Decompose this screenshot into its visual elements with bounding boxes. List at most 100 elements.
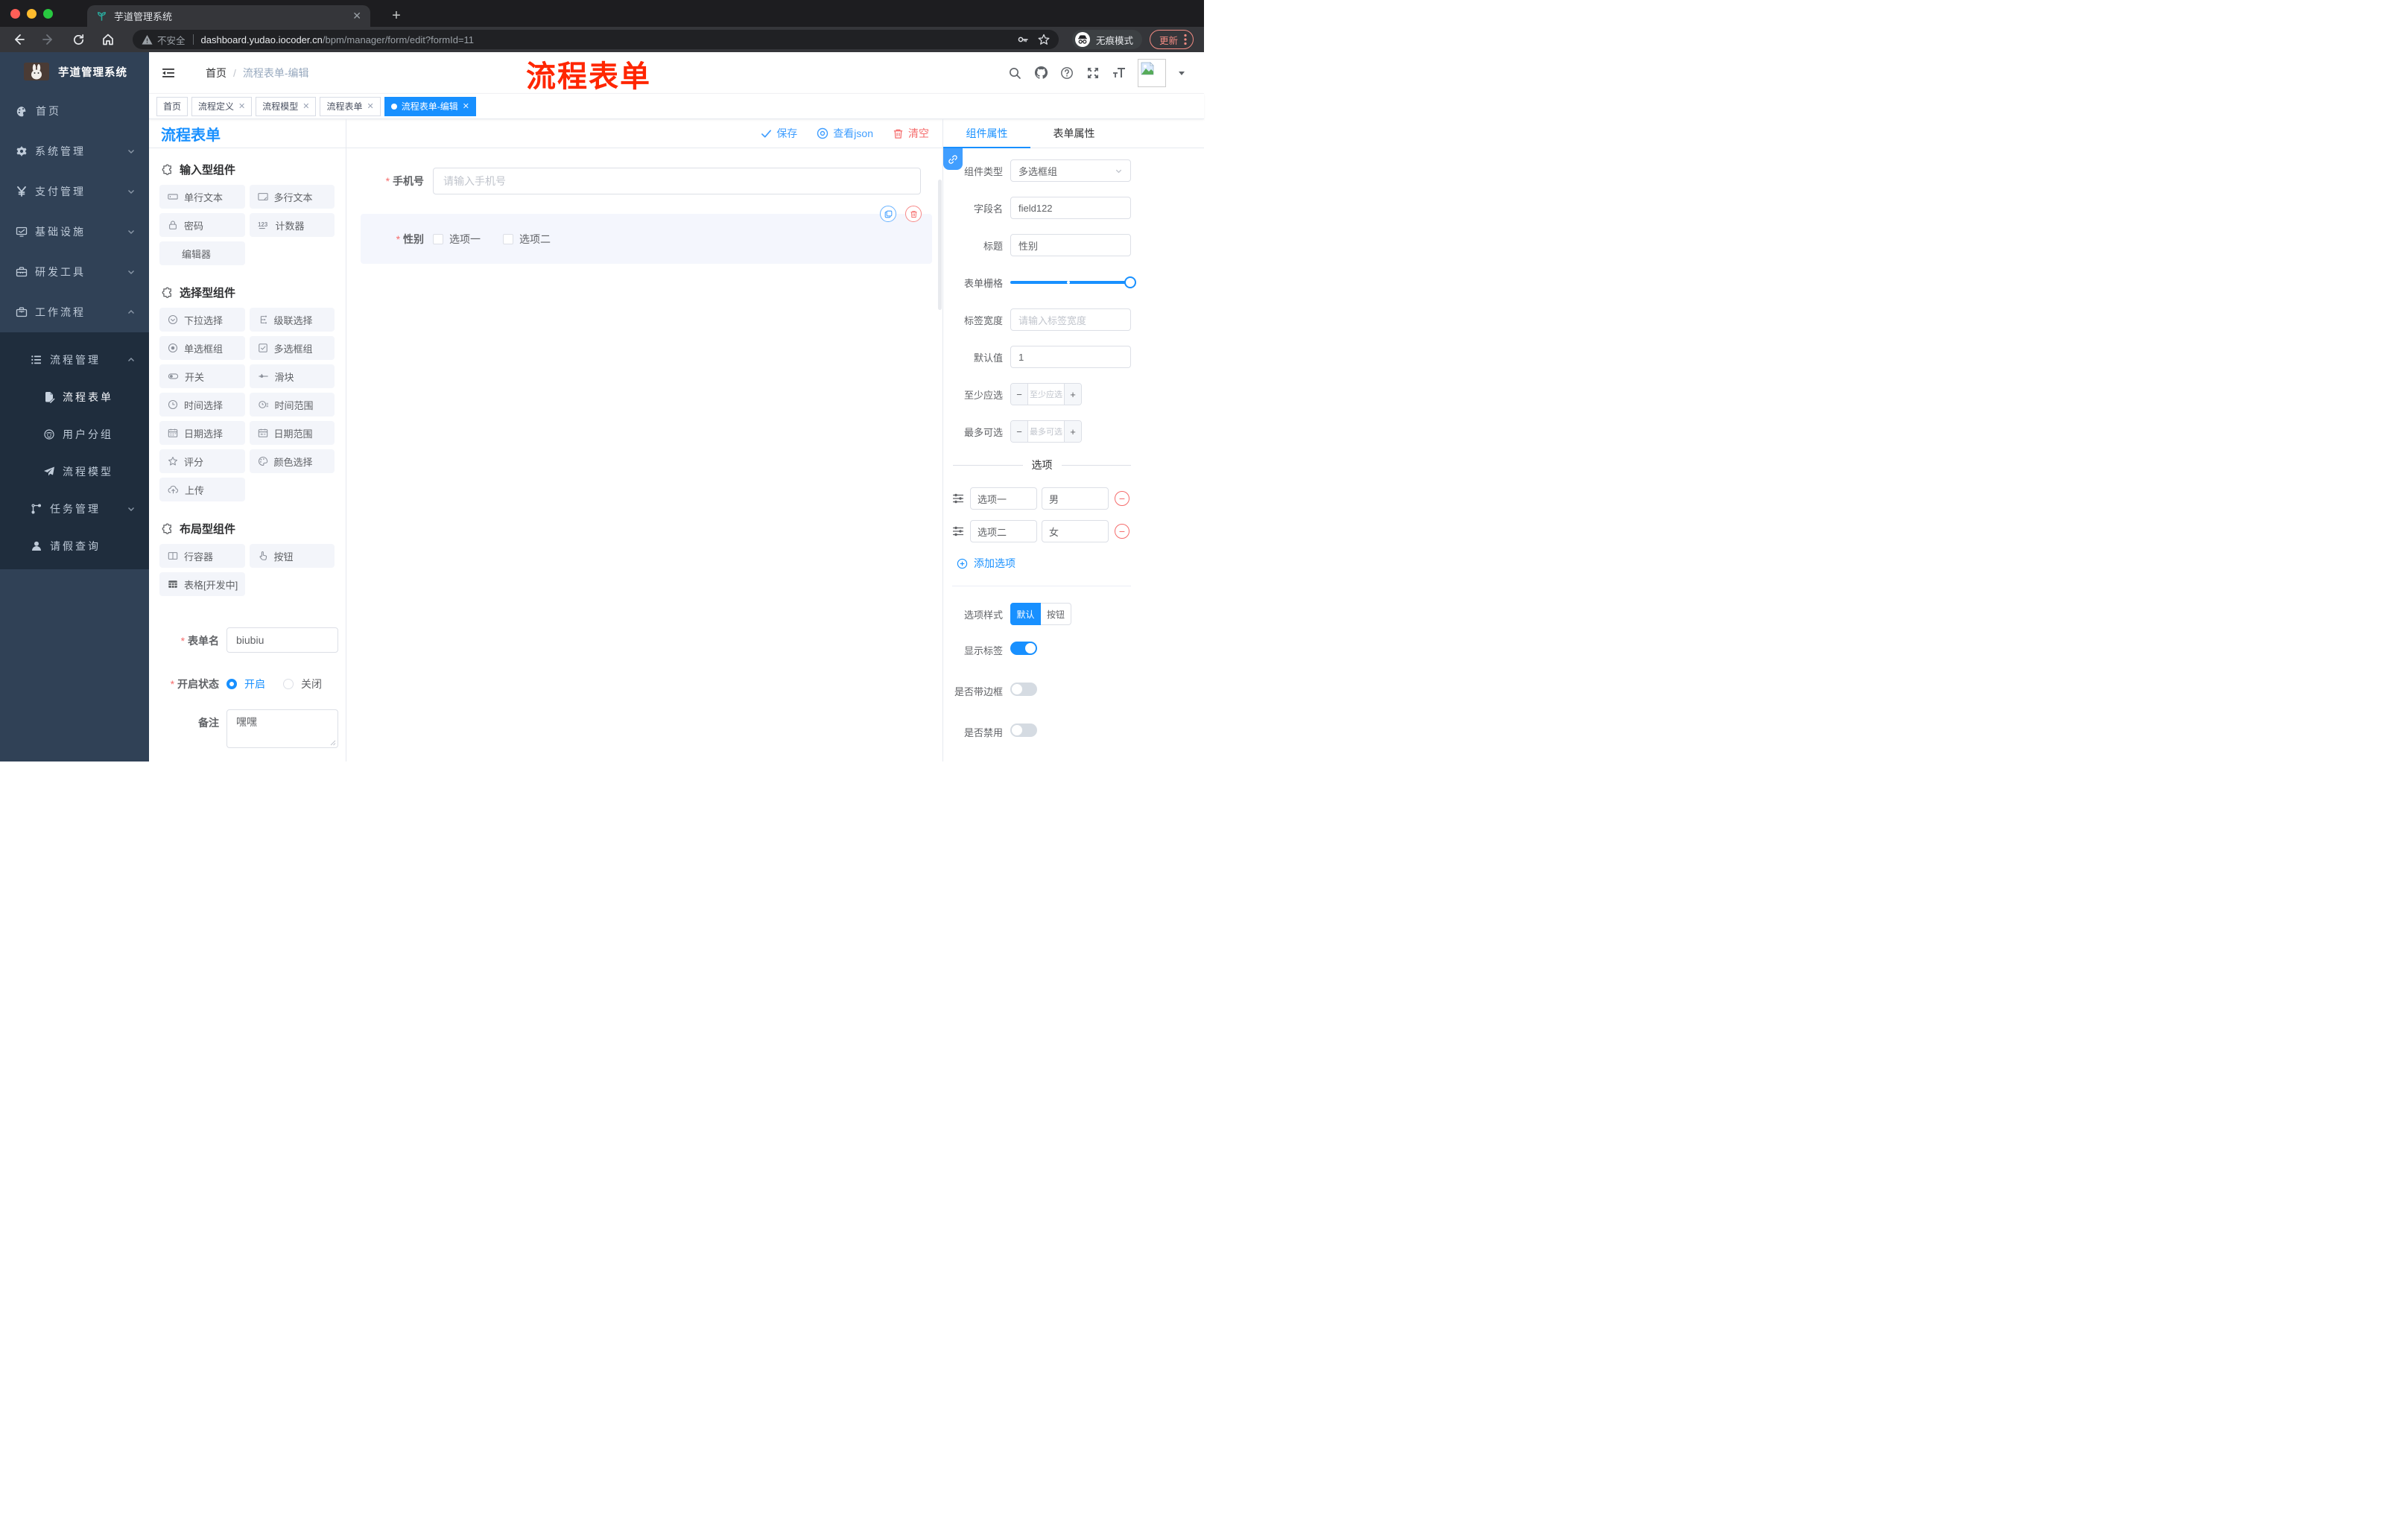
style-default-button[interactable]: 默认 — [1010, 603, 1041, 625]
default-value-input[interactable]: 1 — [1010, 346, 1131, 368]
palette-item-select[interactable]: 下拉选择 — [159, 308, 245, 332]
disabled-toggle[interactable] — [1010, 723, 1037, 737]
sidebar-item-process-form[interactable]: 流程表单 — [0, 379, 149, 416]
palette-item-checkbox-group[interactable]: 多选框组 — [249, 336, 335, 360]
palette-item-time-range[interactable]: 时间范围 — [249, 393, 335, 417]
show-label-toggle[interactable] — [1010, 642, 1037, 655]
data-binding-drawer-handle[interactable] — [943, 148, 963, 170]
save-button[interactable]: 保存 — [761, 126, 797, 141]
sidebar-item-task-management[interactable]: 任务管理 — [0, 490, 149, 528]
canvas-field-phone[interactable]: 手机号 请输入手机号 — [355, 168, 934, 194]
slider-handle[interactable] — [1124, 276, 1136, 288]
palette-item-rate[interactable]: 评分 — [159, 449, 245, 473]
with-border-toggle[interactable] — [1010, 683, 1037, 696]
palette-item-upload[interactable]: 上传 — [159, 478, 245, 501]
drag-handle-icon[interactable] — [952, 525, 964, 537]
palette-item-switch[interactable]: 开关 — [159, 364, 245, 388]
palette-item-time-picker[interactable]: 时间选择 — [159, 393, 245, 417]
bookmark-star-icon[interactable] — [1038, 34, 1050, 45]
sidebar-item-infrastructure[interactable]: 基础设施 — [0, 212, 149, 252]
status-on-radio[interactable] — [226, 679, 237, 689]
add-option-button[interactable]: 添加选项 — [957, 556, 1131, 571]
fullscreen-icon[interactable] — [1086, 66, 1100, 80]
tag-close-icon[interactable]: ✕ — [302, 101, 309, 111]
form-name-input[interactable]: biubiu — [226, 627, 338, 653]
maximize-window-button[interactable] — [43, 9, 53, 19]
drag-handle-icon[interactable] — [952, 493, 964, 504]
clear-button[interactable]: 清空 — [893, 126, 929, 141]
status-off-radio[interactable] — [283, 679, 294, 689]
min-select-stepper[interactable]: − 至少应选 + — [1010, 383, 1082, 405]
style-button-button[interactable]: 按钮 — [1041, 603, 1071, 625]
avatar[interactable] — [1138, 58, 1166, 87]
palette-item-textarea[interactable]: 多行文本 — [249, 185, 335, 209]
palette-item-slider[interactable]: 滑块 — [249, 364, 335, 388]
gender-option2-label[interactable]: 选项二 — [519, 232, 551, 247]
avatar-caret-icon[interactable] — [1177, 69, 1186, 77]
form-grid-slider[interactable] — [1010, 271, 1136, 294]
palette-item-table[interactable]: 表格[开发中] — [159, 572, 245, 596]
palette-item-editor[interactable]: 编辑器 — [159, 241, 245, 265]
palette-item-password[interactable]: 密码 — [159, 213, 245, 237]
title-input[interactable]: 性别 — [1010, 234, 1131, 256]
sidebar-item-user-groups[interactable]: 用户分组 — [0, 416, 149, 453]
tag-process-model[interactable]: 流程模型 ✕ — [256, 96, 317, 116]
back-icon[interactable] — [7, 30, 30, 49]
stepper-decrease-button[interactable]: − — [1011, 421, 1028, 442]
max-select-stepper[interactable]: − 最多可选 + — [1010, 420, 1082, 443]
palette-item-color-picker[interactable]: 颜色选择 — [249, 449, 335, 473]
forward-icon[interactable] — [37, 30, 60, 49]
stepper-decrease-button[interactable]: − — [1011, 384, 1028, 405]
tag-close-icon[interactable]: ✕ — [463, 101, 469, 111]
status-on-label[interactable]: 开启 — [244, 677, 265, 691]
font-size-icon[interactable] — [1112, 66, 1127, 80]
tab-close-icon[interactable]: ✕ — [352, 10, 361, 22]
tab-component-props[interactable]: 组件属性 — [943, 119, 1030, 148]
tag-home[interactable]: 首页 — [156, 96, 188, 116]
sidebar-collapse-icon[interactable] — [161, 66, 176, 80]
palette-item-radio-group[interactable]: 单选框组 — [159, 336, 245, 360]
tag-process-form[interactable]: 流程表单 ✕ — [320, 96, 381, 116]
option1-label-input[interactable]: 选项一 — [970, 487, 1037, 510]
browser-update-button[interactable]: 更新 — [1149, 30, 1194, 49]
canvas-field-gender-selected[interactable]: 性别 选项一 选项二 — [361, 206, 932, 264]
browser-tab[interactable]: 芋道管理系统 ✕ — [87, 5, 370, 27]
sidebar-item-payment[interactable]: 支付管理 — [0, 171, 149, 212]
status-off-label[interactable]: 关闭 — [301, 677, 322, 691]
max-select-input[interactable]: 最多可选 — [1028, 421, 1064, 442]
component-type-select[interactable]: 多选框组 — [1010, 159, 1131, 182]
sidebar-item-leave-query[interactable]: 请假查询 — [0, 528, 149, 565]
security-label[interactable]: 不安全 — [157, 33, 186, 47]
tag-process-form-edit[interactable]: 流程表单-编辑 ✕ — [384, 96, 476, 116]
tag-process-definition[interactable]: 流程定义 ✕ — [191, 96, 253, 116]
sidebar-item-process-management[interactable]: 流程管理 — [0, 341, 149, 379]
delete-component-button[interactable] — [905, 206, 922, 222]
github-icon[interactable] — [1033, 66, 1048, 80]
option1-value-input[interactable]: 男 — [1042, 487, 1109, 510]
tag-close-icon[interactable]: ✕ — [367, 101, 374, 111]
min-select-input[interactable]: 至少应选 — [1028, 384, 1064, 405]
sidebar-item-devtools[interactable]: 研发工具 — [0, 252, 149, 292]
sidebar-item-workflow[interactable]: 工作流程 — [0, 292, 149, 332]
gender-option2-checkbox[interactable] — [503, 234, 513, 244]
url-bar[interactable]: 不安全 dashboard.yudao.iocoder.cn /bpm/mana… — [133, 30, 1059, 49]
option2-value-input[interactable]: 女 — [1042, 520, 1109, 542]
palette-item-counter[interactable]: 123 计数器 — [249, 213, 335, 237]
security-warning-icon[interactable] — [142, 34, 153, 45]
form-remark-textarea[interactable]: 嘿嘿 — [226, 709, 338, 748]
palette-item-cascader[interactable]: 级联选择 — [249, 308, 335, 332]
label-width-input[interactable]: 请输入标签宽度 — [1018, 313, 1086, 327]
field-name-input[interactable]: field122 — [1010, 197, 1131, 219]
palette-item-date-range[interactable]: 日期范围 — [249, 421, 335, 445]
view-json-button[interactable]: 查看json — [817, 126, 873, 141]
new-tab-button[interactable]: + — [386, 5, 407, 26]
gender-option1-checkbox[interactable] — [433, 234, 443, 244]
gender-option1-label[interactable]: 选项一 — [449, 232, 481, 247]
sidebar-item-process-model[interactable]: 流程模型 — [0, 453, 149, 490]
close-window-button[interactable] — [10, 9, 20, 19]
palette-item-single-text[interactable]: 单行文本 — [159, 185, 245, 209]
remove-option-button[interactable]: − — [1115, 491, 1129, 506]
reload-icon[interactable] — [67, 30, 89, 49]
remove-option-button[interactable]: − — [1115, 524, 1129, 539]
canvas-scrollbar[interactable] — [938, 180, 942, 310]
